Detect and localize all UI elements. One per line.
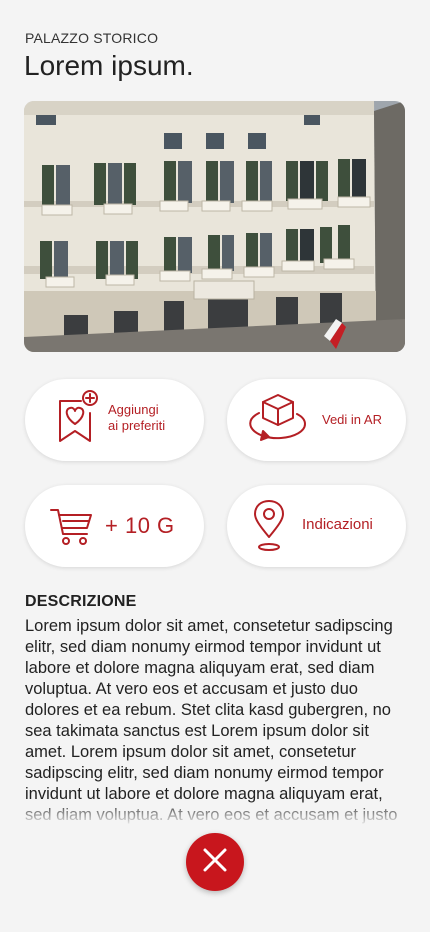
add-to-cart-button[interactable]: + 10 G: [25, 485, 204, 567]
category-label: PALAZZO STORICO: [25, 30, 159, 46]
ar-cube-icon: [247, 391, 309, 450]
ar-label: Vedi in AR: [322, 412, 382, 427]
add-to-favorites-button[interactable]: Aggiungi ai preferiti: [25, 379, 204, 461]
building-photo: [24, 101, 405, 352]
directions-button[interactable]: Indicazioni: [227, 485, 406, 567]
location-pin-icon: [249, 499, 289, 558]
description-heading: DESCRIZIONE: [25, 593, 137, 610]
page-title: Lorem ipsum.: [24, 50, 194, 81]
view-in-ar-button[interactable]: Vedi in AR: [227, 379, 406, 461]
close-icon: [202, 847, 228, 878]
cart-icon: [49, 506, 93, 553]
heart-bookmark-icon: [55, 389, 99, 450]
favorites-label-line2: ai preferiti: [108, 418, 166, 433]
description-body[interactable]: Lorem ipsum dolor sit amet, consetetur s…: [25, 616, 410, 826]
close-button[interactable]: [186, 833, 244, 891]
description-fade: [25, 800, 410, 826]
favorites-label-line1: Aggiungi: [108, 402, 159, 417]
description-text: Lorem ipsum dolor sit amet, consetetur s…: [25, 617, 397, 824]
cart-label: + 10 G: [105, 513, 175, 538]
directions-label: Indicazioni: [302, 516, 373, 533]
